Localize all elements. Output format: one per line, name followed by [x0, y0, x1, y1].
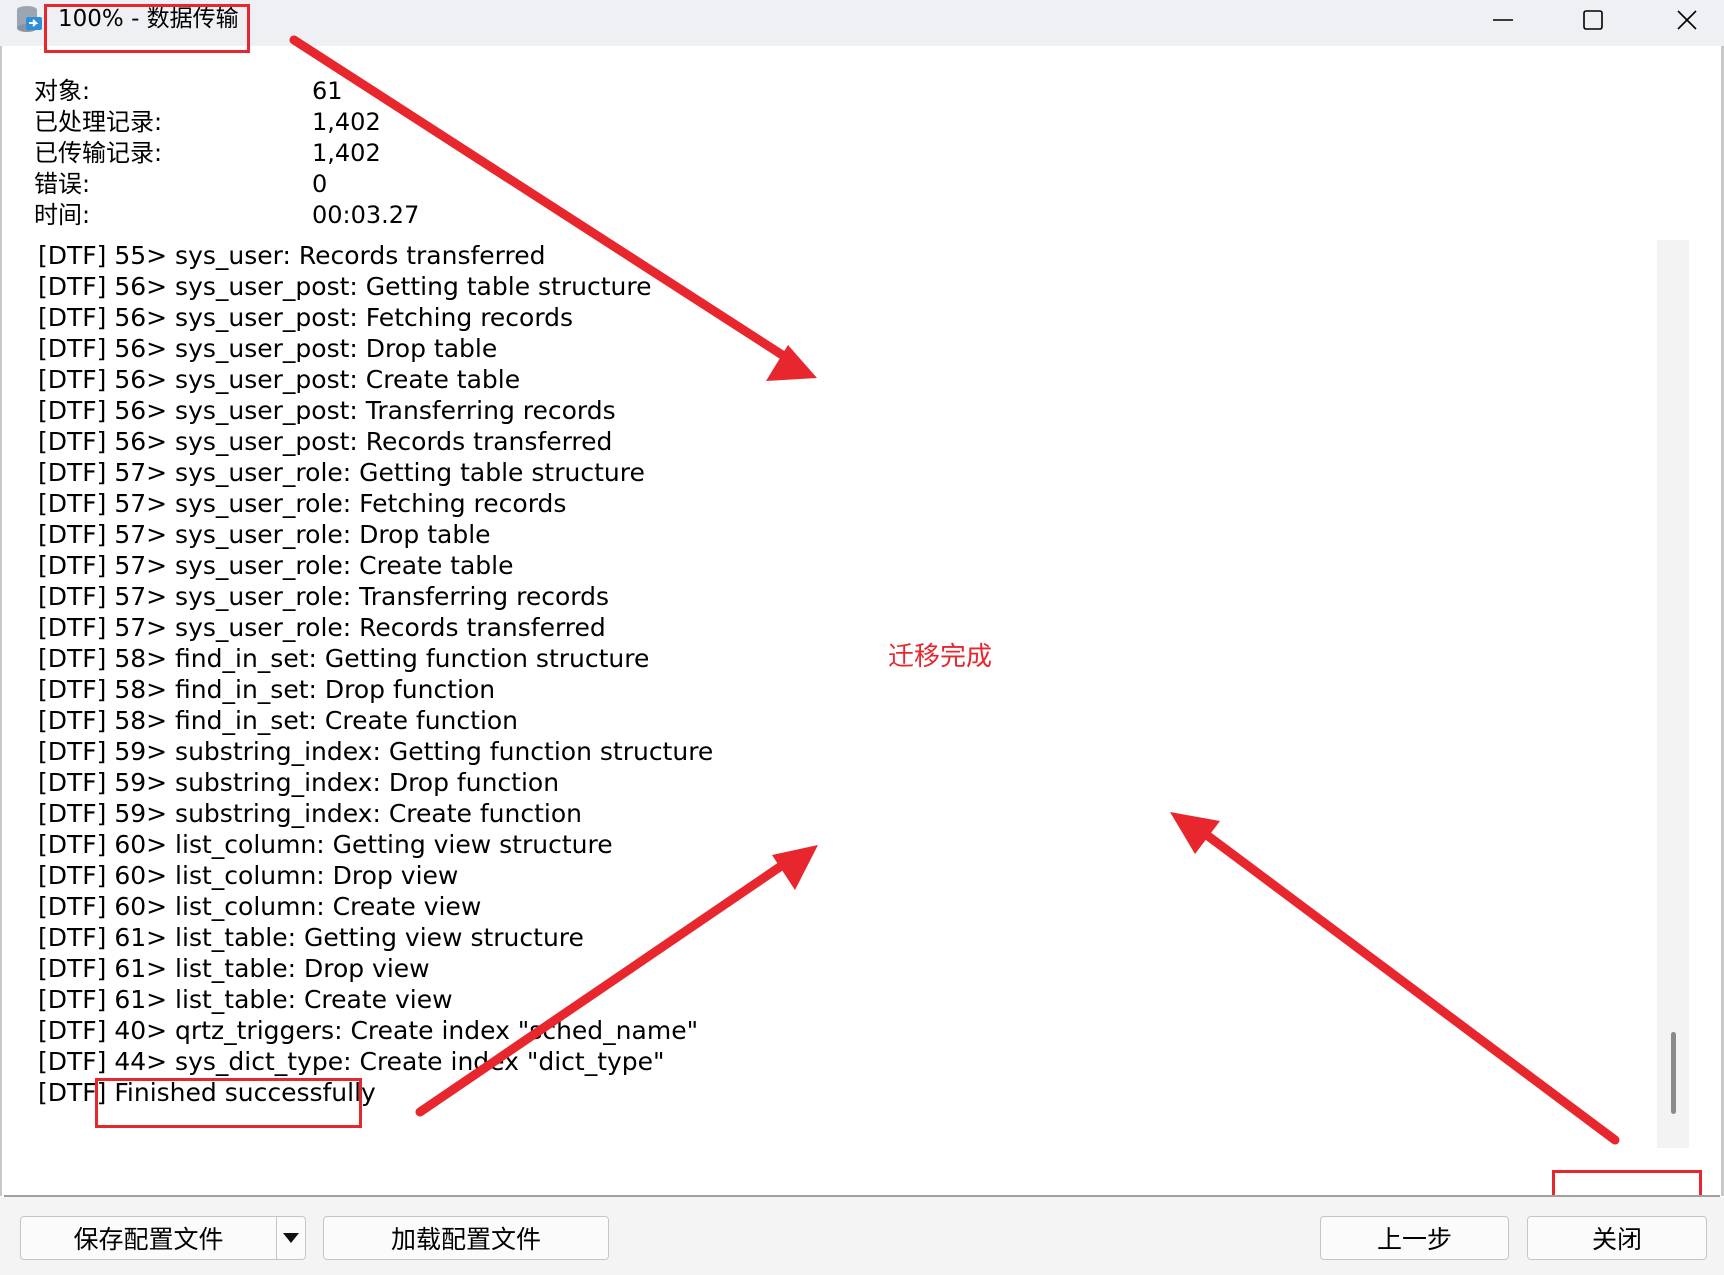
log-line: [DTF] 40> qrtz_triggers: Create index "s… — [38, 1016, 699, 1045]
stat-value: 1,402 — [312, 139, 381, 167]
log-line: [DTF] 56> sys_user_post: Create table — [38, 365, 521, 394]
maximize-icon — [1583, 10, 1603, 30]
log-line: [DTF] 57> sys_user_role: Fetching record… — [38, 489, 567, 518]
stat-label: 已处理记录: — [34, 108, 163, 136]
log-line: [DTF] 61> list_table: Create view — [38, 985, 453, 1014]
log-line: [DTF] 57> sys_user_role: Getting table s… — [38, 458, 645, 487]
log-line: [DTF] 56> sys_user_post: Fetching record… — [38, 303, 574, 332]
save-config-button[interactable]: 保存配置文件 — [20, 1216, 277, 1260]
stat-label: 对象: — [34, 77, 91, 105]
log-line: [DTF] 56> sys_user_post: Getting table s… — [38, 272, 652, 301]
window-left-border — [0, 46, 2, 1196]
transfer-stats: 对象: 61 已处理记录: 1,402 已传输记录: 1,402 错误: 0 时… — [34, 76, 634, 231]
log-line: [DTF] 59> substring_index: Getting funct… — [38, 737, 714, 766]
log-line: [DTF] 57> sys_user_role: Create table — [38, 551, 514, 580]
annotation-migration-complete: 迁移完成 — [888, 642, 993, 672]
load-config-button[interactable]: 加载配置文件 — [323, 1216, 609, 1260]
transfer-log[interactable]: [DTF] 55> sys_user: Records transferred … — [38, 240, 1638, 1120]
log-line: [DTF] 56> sys_user_post: Transferring re… — [38, 396, 616, 425]
stat-label: 时间: — [34, 201, 91, 229]
log-line: [DTF] 55> sys_user: Records transferred — [38, 241, 546, 270]
stat-row-processed: 已处理记录: 1,402 — [34, 107, 634, 138]
back-button[interactable]: 上一步 — [1320, 1216, 1509, 1260]
log-line: [DTF] 57> sys_user_role: Records transfe… — [38, 613, 606, 642]
log-line: [DTF] 56> sys_user_post: Records transfe… — [38, 427, 613, 456]
log-line: [DTF] 57> sys_user_role: Drop table — [38, 520, 491, 549]
stat-value: 0 — [312, 170, 328, 198]
stat-row-errors: 错误: 0 — [34, 169, 634, 200]
close-button[interactable]: 关闭 — [1527, 1216, 1707, 1260]
log-line: [DTF] 56> sys_user_post: Drop table — [38, 334, 498, 363]
log-line: [DTF] 59> substring_index: Create functi… — [38, 799, 582, 828]
annotation-box-title — [44, 4, 250, 53]
log-line: [DTF] 44> sys_dict_type: Create index "d… — [38, 1047, 665, 1076]
window-close-button[interactable] — [1642, 0, 1724, 40]
stat-row-transferred: 已传输记录: 1,402 — [34, 138, 634, 169]
title-bar: 100% - 数据传输 — [0, 0, 1724, 46]
stat-row-time: 时间: 00:03.27 — [34, 200, 634, 231]
close-icon — [1677, 10, 1697, 30]
log-line: [DTF] 60> list_column: Getting view stru… — [38, 830, 613, 859]
stat-value: 00:03.27 — [312, 201, 420, 229]
maximize-button[interactable] — [1548, 0, 1638, 40]
log-line: [DTF] 58> find_in_set: Create function — [38, 706, 519, 735]
log-scrollbar[interactable] — [1657, 240, 1689, 1148]
caret-down-icon — [283, 1233, 299, 1243]
stat-value: 61 — [312, 77, 343, 105]
database-transfer-icon — [17, 6, 42, 32]
save-config-dropdown-button[interactable] — [276, 1216, 306, 1260]
log-line: [DTF] 59> substring_index: Drop function — [38, 768, 560, 797]
minimize-icon — [1493, 19, 1513, 21]
log-line: [DTF] 61> list_table: Drop view — [38, 954, 430, 983]
log-line: [DTF] 60> list_column: Drop view — [38, 861, 459, 890]
scrollbar-thumb[interactable] — [1671, 1032, 1676, 1114]
log-line: [DTF] 57> sys_user_role: Transferring re… — [38, 582, 610, 611]
log-line: [DTF] 61> list_table: Getting view struc… — [38, 923, 584, 952]
stat-label: 已传输记录: — [34, 139, 163, 167]
annotation-box-finished — [95, 1078, 362, 1128]
minimize-button[interactable] — [1458, 0, 1548, 40]
stat-label: 错误: — [34, 170, 91, 198]
stat-value: 1,402 — [312, 108, 381, 136]
stat-row-objects: 对象: 61 — [34, 76, 634, 107]
log-line: [DTF] 58> find_in_set: Drop function — [38, 675, 496, 704]
log-line: [DTF] 58> find_in_set: Getting function … — [38, 644, 650, 673]
log-line: [DTF] 60> list_column: Create view — [38, 892, 482, 921]
